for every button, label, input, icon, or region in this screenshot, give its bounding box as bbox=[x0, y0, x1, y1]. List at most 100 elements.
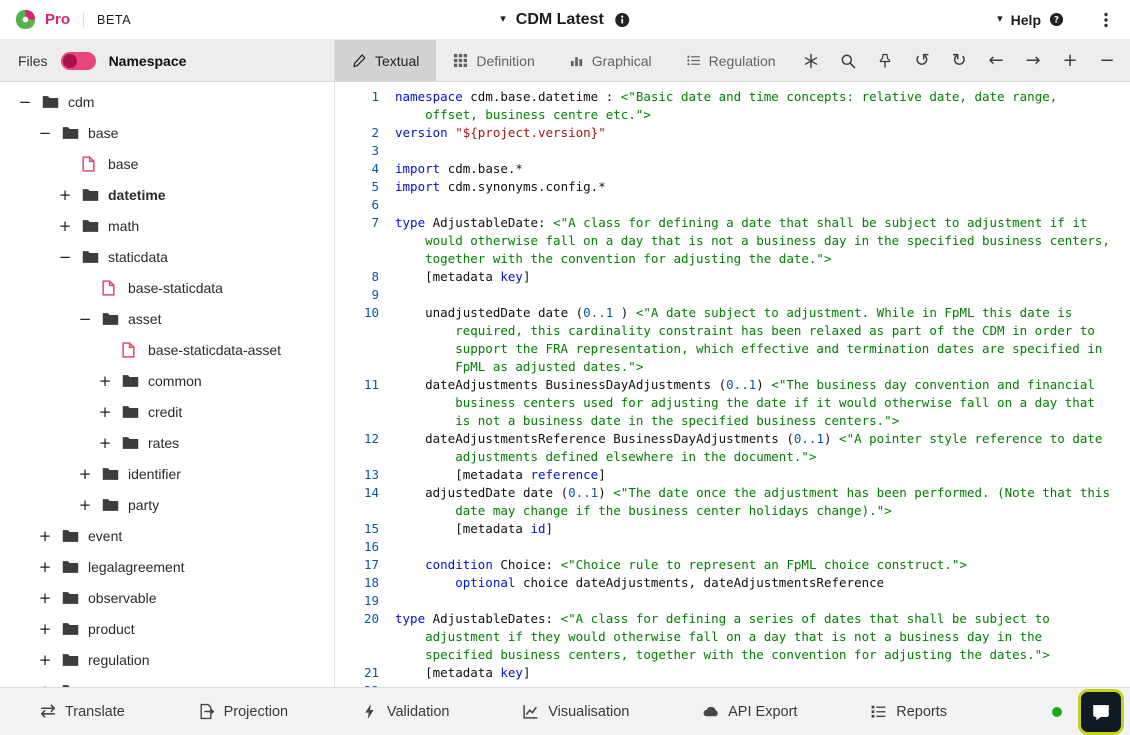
code-text: [metadata key] bbox=[395, 268, 1130, 286]
expand-toggle-icon[interactable]: + bbox=[54, 186, 76, 204]
tree-item-math[interactable]: +math bbox=[0, 210, 334, 241]
tree-item-regulation[interactable]: + regulation bbox=[0, 644, 334, 675]
tree-item-product[interactable]: + product bbox=[0, 613, 334, 644]
code-token: [metadata bbox=[455, 521, 530, 536]
expand-toggle-icon[interactable]: + bbox=[74, 465, 96, 483]
code-token: ) bbox=[598, 485, 613, 500]
tree-item-label: event bbox=[88, 528, 122, 544]
expand-toggle-icon[interactable]: + bbox=[34, 620, 56, 638]
code-editor[interactable]: 1namespace cdm.base.datetime : <"Basic d… bbox=[335, 82, 1130, 687]
tree-item-credit[interactable]: +credit bbox=[0, 396, 334, 427]
expand-toggle-icon[interactable]: + bbox=[94, 434, 116, 452]
validation-button[interactable]: Validation bbox=[361, 703, 450, 720]
code-text: [metadata key] bbox=[395, 664, 1130, 682]
tree-item-label: regulation bbox=[88, 652, 150, 668]
help-menu[interactable]: Help bbox=[1011, 12, 1041, 28]
model-selector[interactable]: ▾ CDM Latest bbox=[500, 11, 630, 29]
file-icon bbox=[82, 156, 100, 172]
code-token: <"Choice rule to represent an FpML choic… bbox=[561, 557, 967, 572]
chat-launcher-button[interactable] bbox=[1078, 689, 1124, 735]
bar-chart-icon bbox=[569, 53, 584, 68]
visualisation-button[interactable]: Visualisation bbox=[522, 703, 629, 720]
code-line-20: 20type AdjustableDates: <"A class for de… bbox=[335, 610, 1130, 664]
format-button[interactable] bbox=[796, 46, 826, 76]
code-text: adjustedDate date (0..1) <"The date once… bbox=[395, 484, 1130, 520]
tree-item-base[interactable]: −base bbox=[0, 117, 334, 148]
expand-toggle-icon[interactable]: + bbox=[74, 496, 96, 514]
overflow-menu-button[interactable] bbox=[1096, 9, 1116, 31]
code-token: cdm.synonyms.config.* bbox=[448, 179, 606, 194]
toolbar-actions: ↺↻←→+− bbox=[796, 40, 1122, 81]
namespace-tree-panel: −cdm−basebase+datetime+math − staticdata ba… bbox=[0, 82, 335, 687]
tree-item-observable[interactable]: +observable bbox=[0, 582, 334, 613]
code-token: unadjustedDate date ( bbox=[425, 305, 583, 320]
tree-item-label: product bbox=[88, 621, 135, 637]
question-icon[interactable]: ? bbox=[1049, 12, 1064, 27]
tree-item-rates[interactable]: +rates bbox=[0, 427, 334, 458]
tree-item-cdm[interactable]: −cdm bbox=[0, 86, 334, 117]
folder-icon bbox=[122, 405, 140, 419]
tree-item-label: staticdata bbox=[108, 249, 168, 265]
tree-item-base-staticdata-asset[interactable]: base-staticdata-asset bbox=[0, 334, 334, 365]
bottom-item-label: Translate bbox=[65, 704, 125, 720]
expand-toggle-icon[interactable]: + bbox=[34, 651, 56, 669]
zoom-in-button[interactable]: + bbox=[1055, 46, 1085, 76]
reports-button[interactable]: Reports bbox=[870, 703, 947, 720]
tab-regulation[interactable]: Regulation bbox=[669, 40, 793, 81]
projection-button[interactable]: Projection bbox=[198, 703, 288, 720]
navigate-back-button[interactable]: ← bbox=[981, 46, 1011, 76]
redo-button[interactable]: ↻ bbox=[944, 46, 974, 76]
translate-button[interactable]: ⇄Translate bbox=[40, 702, 125, 721]
pin-button[interactable] bbox=[870, 46, 900, 76]
folder-icon bbox=[62, 622, 80, 636]
navigate-forward-button[interactable]: → bbox=[1018, 46, 1048, 76]
expand-toggle-icon[interactable]: + bbox=[94, 372, 116, 390]
tree-item-datetime[interactable]: +datetime bbox=[0, 179, 334, 210]
tab-textual[interactable]: Textual bbox=[335, 40, 436, 81]
collapse-toggle-icon[interactable]: − bbox=[54, 248, 76, 266]
zoom-out-button[interactable]: − bbox=[1092, 46, 1122, 76]
api-export-button[interactable]: API Export bbox=[702, 703, 797, 720]
undo-button[interactable]: ↺ bbox=[907, 46, 937, 76]
code-line-19: 19 bbox=[335, 592, 1130, 610]
code-text bbox=[395, 592, 1130, 610]
expand-toggle-icon[interactable]: + bbox=[94, 403, 116, 421]
tree-item-clipped[interactable]: + bbox=[0, 675, 334, 687]
line-number: 12 bbox=[335, 430, 379, 466]
expand-toggle-icon[interactable]: + bbox=[34, 589, 56, 607]
code-line-14: 14adjustedDate date (0..1) <"The date on… bbox=[335, 484, 1130, 520]
tree-item-label: base-staticdata bbox=[128, 280, 223, 296]
expand-toggle-icon[interactable]: + bbox=[34, 558, 56, 576]
tree-item-base-staticdata[interactable]: base-staticdata bbox=[0, 272, 334, 303]
collapse-toggle-icon[interactable]: − bbox=[74, 310, 96, 328]
files-namespace-toggle[interactable] bbox=[61, 52, 96, 70]
collapse-toggle-icon[interactable]: − bbox=[14, 93, 36, 111]
collapse-toggle-icon[interactable]: − bbox=[34, 124, 56, 142]
tree-item-party[interactable]: +party bbox=[0, 489, 334, 520]
expand-toggle-icon[interactable]: + bbox=[34, 527, 56, 545]
info-icon[interactable] bbox=[614, 12, 630, 28]
tab-graphical[interactable]: Graphical bbox=[552, 40, 669, 81]
code-text: import cdm.base.* bbox=[395, 160, 1130, 178]
files-mode-label[interactable]: Files bbox=[18, 53, 48, 69]
code-text bbox=[395, 538, 1130, 556]
folder-icon bbox=[62, 529, 80, 543]
folder-icon bbox=[62, 653, 80, 667]
sidebar-mode-switcher: Files Namespace bbox=[0, 40, 335, 81]
tree-item-common[interactable]: +common bbox=[0, 365, 334, 396]
tree-item-identifier[interactable]: +identifier bbox=[0, 458, 334, 489]
code-text: unadjustedDate date (0..1 ) <"A date sub… bbox=[395, 304, 1130, 376]
code-token: [metadata bbox=[455, 467, 530, 482]
code-line-15: 15[metadata id] bbox=[335, 520, 1130, 538]
tree-item-staticdata[interactable]: − staticdata bbox=[0, 241, 334, 272]
tab-definition[interactable]: Definition bbox=[436, 40, 551, 81]
code-token: ) bbox=[824, 431, 839, 446]
namespace-mode-label[interactable]: Namespace bbox=[109, 53, 187, 69]
tree-item-asset[interactable]: −asset bbox=[0, 303, 334, 334]
expand-toggle-icon[interactable]: + bbox=[54, 217, 76, 235]
tree-item-legalagreement[interactable]: +legalagreement bbox=[0, 551, 334, 582]
tree-item-event[interactable]: + event bbox=[0, 520, 334, 551]
tree-item-base[interactable]: base bbox=[0, 148, 334, 179]
search-button[interactable] bbox=[833, 46, 863, 76]
code-token: dateAdjustmentsReference BusinessDayAdju… bbox=[425, 431, 794, 446]
